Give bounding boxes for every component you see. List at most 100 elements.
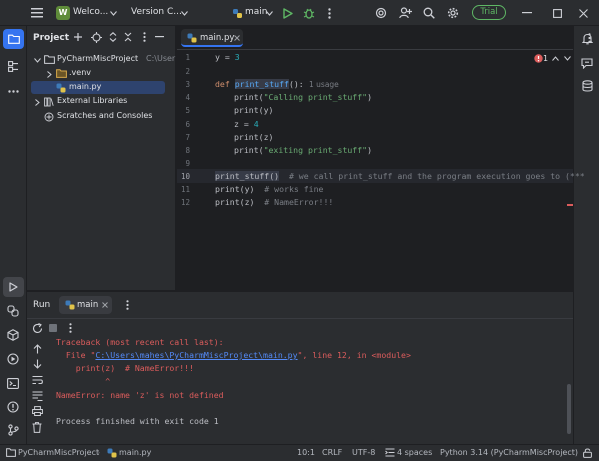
project-badge[interactable]: W	[56, 6, 70, 20]
ai-icon[interactable]	[374, 6, 388, 20]
editor-tab-main-py[interactable]: main.py	[181, 29, 243, 47]
tree-item-external-libraries[interactable]: External Libraries	[27, 95, 175, 108]
line-ending[interactable]: CRLF	[322, 448, 342, 457]
editor-area[interactable]	[177, 26, 573, 290]
add-user-icon[interactable]	[398, 6, 412, 20]
code-line-10[interactable]: print_stuff() # we call print_stuff and …	[215, 171, 585, 181]
project-selector[interactable]: Welco...	[73, 7, 108, 17]
file-encoding[interactable]: UTF-8	[352, 448, 375, 457]
debug-icon[interactable]	[302, 6, 316, 20]
more-icon[interactable]	[6, 84, 20, 98]
chevron-down-icon[interactable]	[33, 56, 41, 64]
more-icon[interactable]	[122, 299, 132, 311]
terminal-icon[interactable]	[6, 376, 20, 390]
print-icon[interactable]	[31, 405, 43, 417]
tree-item-project-root[interactable]: PyCharmMiscProject C:\User	[27, 53, 175, 66]
settings-icon[interactable]	[446, 6, 460, 20]
console-file-link[interactable]: C:\Users\mahes\PyCharmMiscProject\main.p…	[95, 350, 297, 360]
python-interpreter[interactable]: Python 3.14 (PyCharmMiscProject)	[440, 448, 578, 457]
minimize-icon[interactable]	[153, 31, 165, 43]
console-text: File "	[56, 350, 96, 360]
locate-icon[interactable]	[90, 31, 102, 43]
line-number: 5	[185, 106, 190, 115]
code-line-1[interactable]: y = 3	[215, 52, 240, 62]
console-text: ", line 12, in <module>	[297, 350, 411, 360]
tree-item-path: C:\User	[146, 54, 176, 63]
git-icon[interactable]	[6, 423, 20, 437]
code-line-6[interactable]: z = 4	[234, 119, 259, 129]
rerun-icon[interactable]	[31, 322, 43, 334]
folder-icon[interactable]	[5, 447, 16, 458]
trash-icon[interactable]	[31, 421, 43, 433]
error-stripe-marker[interactable]	[567, 204, 573, 206]
line-number: 3	[185, 80, 190, 89]
close-icon[interactable]	[233, 34, 241, 42]
code-line-4[interactable]: print("Calling print_stuff")	[234, 92, 372, 102]
menu-icon[interactable]	[30, 6, 44, 20]
chevron-right-icon[interactable]	[45, 70, 53, 78]
structure-icon[interactable]	[6, 59, 20, 73]
expand-all-icon[interactable]	[107, 31, 119, 43]
line-number: 2	[185, 67, 190, 76]
chevron-down-icon[interactable]	[563, 54, 571, 62]
breadcrumb-file[interactable]: main.py	[119, 448, 151, 457]
code-line-11[interactable]: print(y) # works fine	[215, 184, 323, 194]
tree-item-venv[interactable]: .venv	[27, 67, 175, 80]
code-line-5[interactable]: print(y)	[234, 105, 273, 115]
breadcrumb-project[interactable]: PyCharmMiscProject	[18, 448, 99, 457]
more-icon[interactable]	[65, 322, 75, 334]
console-scrollbar[interactable]	[567, 384, 571, 434]
more-icon[interactable]	[583, 32, 595, 44]
new-file-icon[interactable]	[72, 31, 84, 43]
code-line-7[interactable]: print(z)	[234, 132, 273, 142]
search-icon[interactable]	[422, 6, 436, 20]
code-line-12[interactable]: print(z) # NameError!!!	[215, 197, 333, 207]
ai-assistant-icon[interactable]	[580, 56, 594, 70]
python-file-icon	[231, 7, 243, 19]
code-token: ():	[288, 79, 304, 89]
python-console-icon[interactable]	[6, 304, 20, 318]
error-count[interactable]: 1	[543, 54, 548, 63]
usage-hint[interactable]: 1 usage	[309, 80, 339, 89]
python-packages-icon[interactable]	[6, 328, 20, 342]
scroll-to-end-icon[interactable]	[31, 390, 43, 402]
trial-button[interactable]: Trial	[472, 5, 506, 20]
chevron-up-icon[interactable]	[551, 54, 559, 62]
folder-icon[interactable]	[3, 29, 24, 49]
project-panel-title: Project	[33, 33, 70, 43]
vcs-selector[interactable]: Version C...	[131, 7, 182, 17]
chevron-right-icon[interactable]	[33, 98, 41, 106]
code-line-3[interactable]: def print_stuff():	[215, 79, 304, 89]
code-line-8[interactable]: print("exiting print_stuff")	[234, 145, 372, 155]
stop-icon[interactable]	[47, 322, 59, 334]
caret-position[interactable]: 10:1	[297, 448, 315, 457]
maximize-icon[interactable]	[550, 6, 564, 20]
soft-wrap-icon[interactable]	[31, 374, 43, 386]
more-icon[interactable]	[322, 6, 336, 20]
chevron-down-icon[interactable]	[109, 9, 117, 17]
library-icon	[43, 96, 55, 107]
chevron-down-icon[interactable]	[265, 9, 273, 17]
indent-setting[interactable]: 4 spaces	[397, 448, 432, 457]
indent-icon	[384, 447, 395, 458]
run-toolbar-divider	[27, 318, 573, 319]
minimize-icon[interactable]	[520, 6, 534, 20]
services-icon[interactable]	[6, 352, 20, 366]
arrow-down-icon[interactable]	[31, 358, 43, 370]
problems-icon[interactable]	[6, 400, 20, 414]
tree-item-scratches[interactable]: Scratches and Consoles	[27, 110, 175, 123]
more-icon[interactable]	[138, 31, 150, 43]
close-icon[interactable]	[576, 6, 590, 20]
run-tool-icon[interactable]	[3, 277, 24, 297]
close-icon[interactable]	[101, 301, 109, 309]
tree-item-main-py[interactable]: main.py	[31, 81, 165, 94]
chevron-down-icon[interactable]	[180, 9, 188, 17]
arrow-up-icon[interactable]	[31, 343, 43, 355]
code-token: print(y)	[234, 105, 274, 115]
run-icon[interactable]	[281, 6, 295, 20]
database-icon[interactable]	[580, 79, 594, 93]
collapse-all-icon[interactable]	[122, 31, 134, 43]
error-icon[interactable]	[533, 53, 543, 63]
lock-icon[interactable]	[581, 447, 593, 459]
run-tab-main[interactable]: main	[59, 296, 112, 314]
